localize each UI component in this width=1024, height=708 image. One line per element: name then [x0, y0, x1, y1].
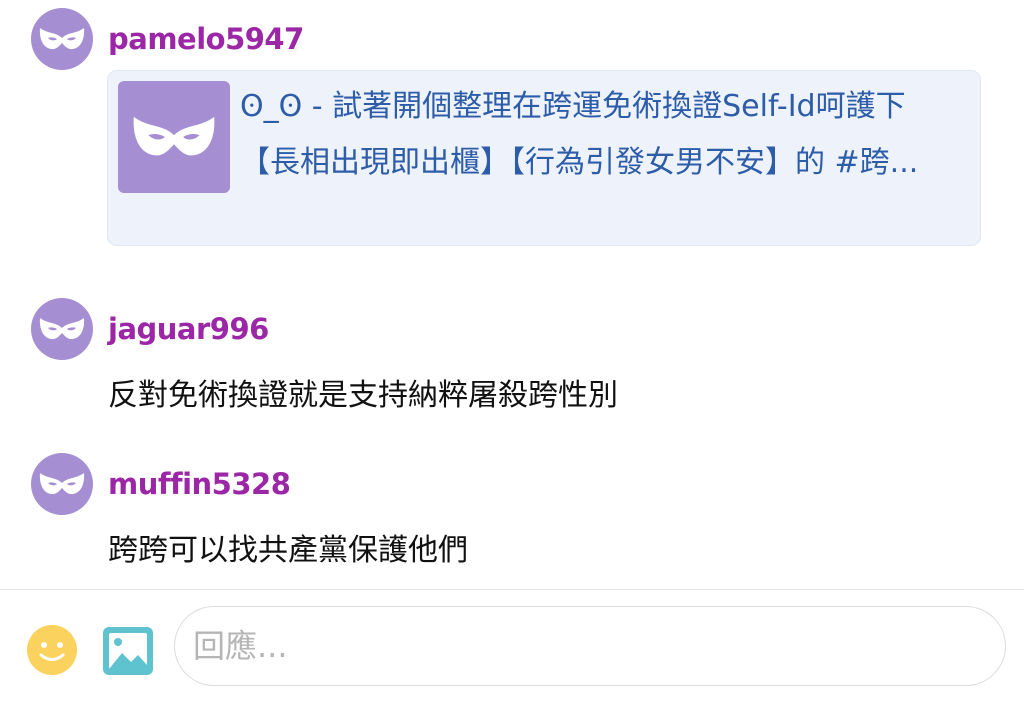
- link-preview-card[interactable]: ʘ_ʘ - 試著開個整理在跨運免術換證Self-Id呵護下【長相出現即出櫃】【行…: [107, 70, 981, 246]
- avatar[interactable]: [31, 453, 93, 515]
- mask-icon: [39, 28, 85, 50]
- image-icon: [103, 627, 153, 675]
- link-thumbnail: [118, 81, 230, 193]
- reply-composer: [0, 590, 1024, 708]
- comment: pamelo5947 ʘ_ʘ - 試著開個整理在跨運免術換證Self-Id呵護下…: [0, 0, 1024, 260]
- image-button[interactable]: [102, 626, 154, 676]
- comment: jaguar996 反對免術換證就是支持納粹屠殺跨性別: [0, 290, 1024, 420]
- username[interactable]: jaguar996: [108, 312, 269, 346]
- comment-text: 跨跨可以找共產黨保護他們: [108, 533, 468, 568]
- username[interactable]: muffin5328: [108, 467, 291, 501]
- comment: muffin5328 跨跨可以找共產黨保護他們: [0, 445, 1024, 575]
- mask-icon: [39, 473, 85, 495]
- comment-text: 反對免術換證就是支持納粹屠殺跨性別: [108, 378, 618, 413]
- username[interactable]: pamelo5947: [108, 22, 304, 56]
- smiley-icon: [27, 625, 77, 675]
- mask-icon: [133, 116, 215, 156]
- emoji-button[interactable]: [26, 624, 78, 676]
- reply-input[interactable]: [174, 606, 1006, 686]
- avatar[interactable]: [31, 8, 93, 70]
- mask-icon: [39, 318, 85, 340]
- link-preview-text[interactable]: ʘ_ʘ - 試著開個整理在跨運免術換證Self-Id呵護下【長相出現即出櫃】【行…: [240, 79, 960, 191]
- avatar[interactable]: [31, 298, 93, 360]
